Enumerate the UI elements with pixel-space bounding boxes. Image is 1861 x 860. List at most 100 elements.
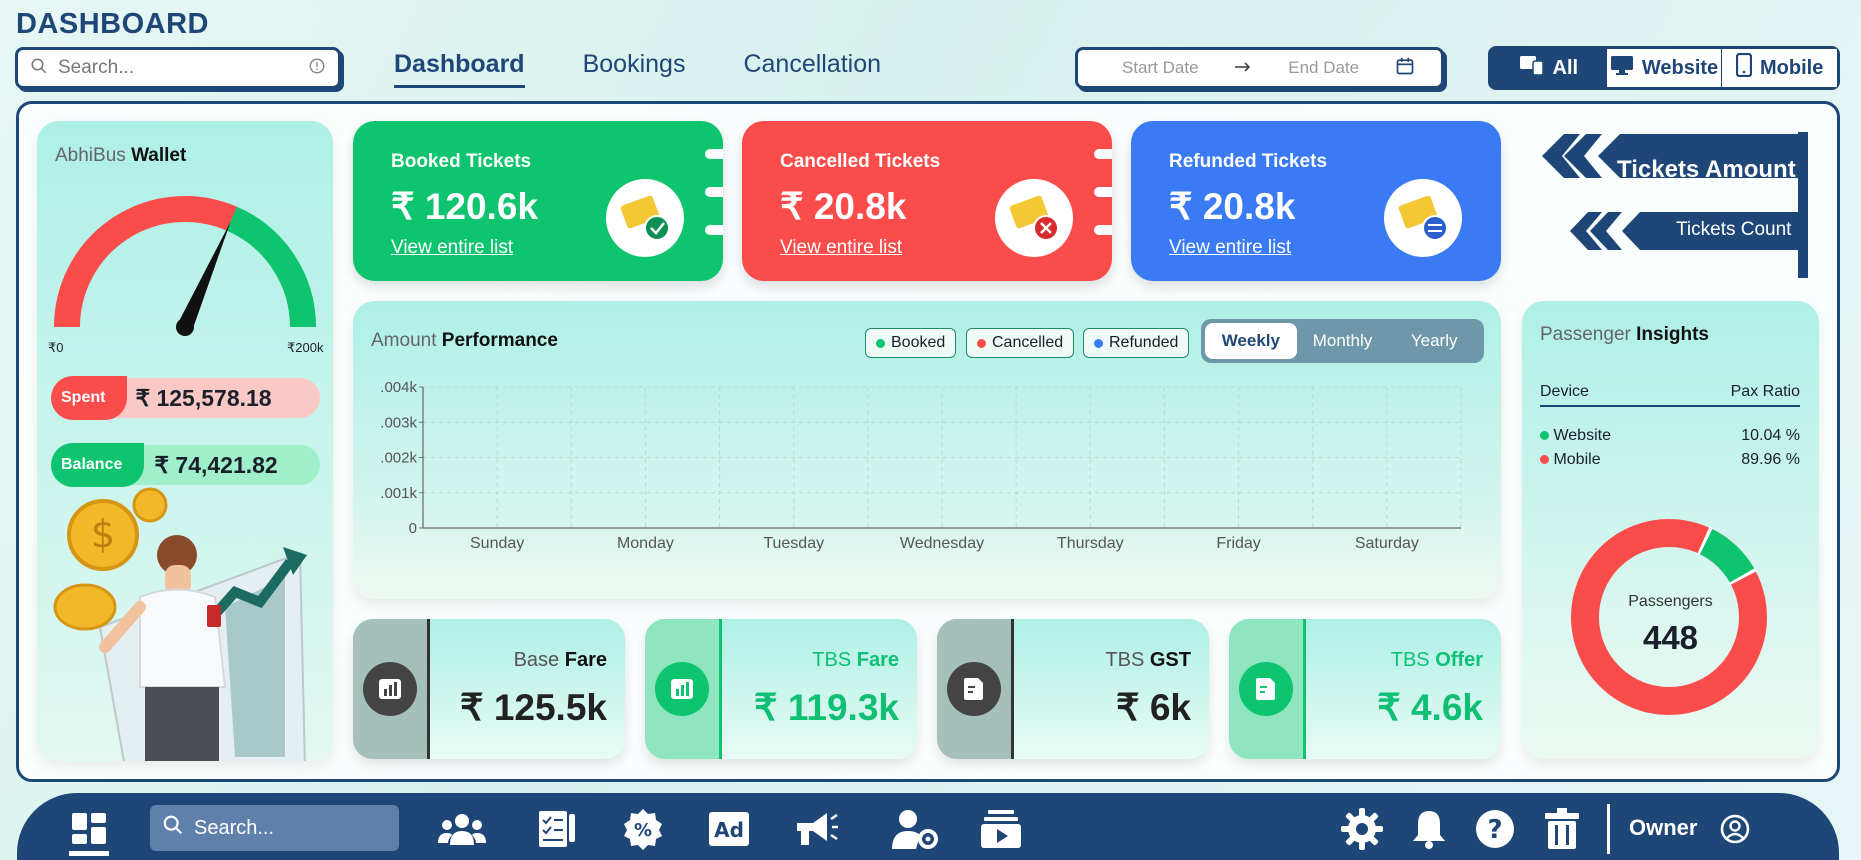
spent-value: ₹ 125,578.18	[135, 384, 272, 411]
delete-icon[interactable]	[1537, 806, 1587, 852]
tickets-amount-sign[interactable]: Tickets Amount	[1617, 156, 1796, 184]
filter-website[interactable]: Website	[1605, 49, 1722, 87]
fare-tbs-fare-value: ₹ 119.3k	[754, 687, 899, 728]
donut-value: 448	[1642, 619, 1699, 656]
legend-booked[interactable]: Booked	[865, 328, 957, 358]
discount-badge-icon[interactable]: %	[618, 806, 668, 852]
bar-chart-icon	[363, 662, 417, 716]
stat-refunded-label: Refunded Tickets	[1169, 151, 1328, 172]
performance-title-prefix: Amount	[371, 330, 437, 351]
filter-all[interactable]: All	[1491, 49, 1606, 87]
end-date-field[interactable]: End Date	[1288, 58, 1359, 78]
spent-pill: Spent ₹ 125,578.18	[51, 376, 320, 420]
stat-refunded-link[interactable]: View entire list	[1169, 237, 1291, 259]
passenger-title-bold: Insights	[1636, 324, 1709, 345]
account-circle-icon[interactable]	[1710, 806, 1760, 852]
legend-booked-label: Booked	[891, 334, 946, 351]
megaphone-icon[interactable]	[790, 806, 840, 852]
gauge-min-label: ₹0	[48, 340, 64, 355]
wallet-title: AbhiBus Wallet	[55, 145, 186, 167]
tickets-count-sign[interactable]: Tickets Count	[1676, 219, 1791, 241]
stat-card-refunded: Refunded Tickets ₹ 20.8k View entire lis…	[1131, 121, 1501, 281]
gauge-max-label: ₹200k	[287, 340, 324, 355]
legend-cancelled-label: Cancelled	[992, 334, 1064, 351]
checklist-icon[interactable]	[532, 806, 582, 852]
bottom-search-box[interactable]: Search...	[150, 805, 399, 851]
period-yearly[interactable]: Yearly	[1388, 323, 1480, 359]
fare-base-bold: Fare	[564, 649, 607, 671]
users-icon[interactable]	[437, 806, 487, 852]
bottom-search-placeholder: Search...	[194, 816, 275, 839]
bottom-divider	[1607, 804, 1610, 854]
svg-text:%: %	[634, 820, 652, 841]
legend-refunded-dot	[1094, 338, 1103, 348]
fare-tbs-fare-title: TBS Fare	[812, 649, 899, 672]
legend-cancelled-dot	[977, 338, 986, 348]
wallet-card: AbhiBus Wallet ₹0 ₹200k Spent ₹ 125,578.…	[37, 121, 333, 761]
video-playlist-icon[interactable]	[976, 806, 1026, 852]
owner-label[interactable]: Owner	[1629, 815, 1697, 841]
passenger-title: Passenger Insights	[1540, 324, 1709, 346]
y-tick-label: .003k	[380, 414, 417, 431]
performance-card: Amount Performance Booked Cancelled Refu…	[353, 301, 1501, 599]
passenger-table-header: Device Pax Ratio	[1540, 383, 1800, 407]
passenger-row: Mobile 89.96 %	[1540, 451, 1800, 469]
period-monthly[interactable]: Monthly	[1297, 323, 1389, 359]
filter-website-label: Website	[1641, 56, 1719, 79]
tab-cancellation[interactable]: Cancellation	[743, 50, 881, 88]
monitor-icon	[1610, 54, 1634, 82]
ticket-refund-icon	[1384, 179, 1462, 257]
user-settings-icon[interactable]	[890, 806, 940, 852]
y-tick-label: .001k	[380, 485, 417, 502]
svg-text:?: ?	[1487, 815, 1502, 845]
search-input[interactable]	[58, 57, 308, 79]
date-range-picker[interactable]: Start Date End Date	[1075, 47, 1444, 89]
performance-chart: .004k .003k .002k .001k 0 Sunday Monday Tuesday…	[380, 379, 1462, 552]
calendar-icon[interactable]	[1395, 56, 1415, 81]
tab-dashboard[interactable]: Dashboard	[394, 50, 525, 88]
x-tick-label: Monday	[617, 535, 674, 552]
wallet-gauge	[54, 196, 316, 336]
dashboard-grid-icon[interactable]	[64, 806, 114, 860]
x-tick-label: Thursday	[1057, 535, 1124, 552]
col-pax-ratio: Pax Ratio	[1730, 383, 1800, 400]
filter-mobile[interactable]: Mobile	[1721, 49, 1838, 87]
start-date-field[interactable]: Start Date	[1122, 58, 1199, 78]
top-search-box[interactable]	[15, 47, 341, 89]
col-device: Device	[1540, 383, 1589, 400]
legend-cancelled[interactable]: Cancelled	[966, 328, 1075, 358]
y-tick-label: 0	[409, 520, 417, 537]
settings-gear-icon[interactable]	[1337, 806, 1387, 852]
stat-cancelled-link[interactable]: View entire list	[780, 237, 902, 259]
phone-icon	[1735, 52, 1753, 83]
x-tick-label: Saturday	[1355, 535, 1419, 552]
legend-refunded-label: Refunded	[1109, 334, 1179, 351]
stat-cancelled-value: ₹ 20.8k	[780, 186, 907, 227]
help-icon[interactable]: ?	[1470, 806, 1520, 852]
donut-label: Passengers	[1628, 593, 1713, 610]
info-icon[interactable]	[308, 57, 326, 80]
legend-refunded[interactable]: Refunded	[1083, 328, 1190, 358]
legend-booked-dot	[876, 338, 885, 348]
view-toggle-signpost	[1542, 132, 1808, 278]
document-icon	[947, 662, 1001, 716]
x-tick-label: Sunday	[470, 535, 524, 552]
filter-mobile-label: Mobile	[1760, 56, 1824, 79]
passenger-donut	[1570, 518, 1768, 716]
period-toggle: Weekly Monthly Yearly	[1201, 319, 1484, 363]
passenger-insights-card: Passenger Insights Device Pax Ratio Webs…	[1522, 301, 1819, 759]
stat-card-booked: Booked Tickets ₹ 120.6k View entire list	[353, 121, 723, 281]
stat-booked-link[interactable]: View entire list	[391, 237, 513, 259]
row-ratio-website: 10.04 %	[1741, 427, 1800, 444]
bell-icon[interactable]	[1404, 806, 1454, 852]
source-filter: All Website Mobile	[1488, 46, 1840, 90]
x-tick-label: Friday	[1216, 535, 1260, 552]
advertisement-icon[interactable]: Ad	[704, 806, 754, 852]
tab-bookings[interactable]: Bookings	[583, 50, 686, 88]
fare-base-value: ₹ 125.5k	[460, 687, 607, 728]
fare-tbs-offer-value: ₹ 4.6k	[1377, 687, 1483, 728]
filter-all-label: All	[1552, 56, 1579, 79]
page-title: DASHBOARD	[16, 8, 209, 40]
svg-text:Ad: Ad	[714, 818, 744, 842]
period-weekly[interactable]: Weekly	[1205, 323, 1297, 359]
